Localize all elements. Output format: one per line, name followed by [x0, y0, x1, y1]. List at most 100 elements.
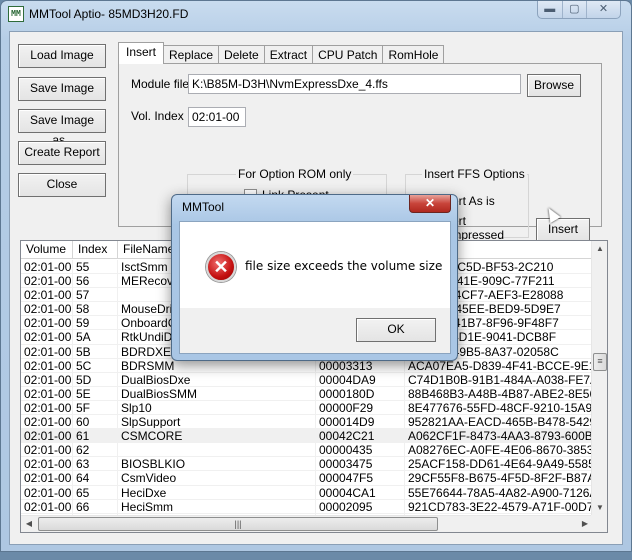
cell-index: 56	[73, 274, 118, 288]
cell-guid: C74D1B0B-91B1-484A-A038-FE7A0	[408, 372, 593, 386]
cell-volume: 02:01-00	[21, 499, 73, 513]
cell-guid: 25ACF158-DD61-4E64-9A49-55851E	[408, 457, 593, 471]
vol-index-label: Vol. Index	[131, 109, 184, 123]
close-button[interactable]: Close	[18, 173, 106, 197]
column-header-index[interactable]: Index	[73, 241, 118, 259]
dialog-title: MMTool	[182, 200, 225, 214]
tab-delete[interactable]: Delete	[218, 45, 265, 64]
mm-app-icon: MM	[8, 6, 24, 22]
cell-index: 64	[73, 471, 118, 485]
cell-filename: BIOSBLKIO	[118, 457, 316, 471]
table-row[interactable]: 02:01-00 62 00000435 A08276EC-A0FE-4E06-867…	[21, 443, 593, 458]
cell-size: 00000F29	[316, 400, 405, 415]
horizontal-scroll-thumb[interactable]: |||	[38, 517, 438, 531]
cell-size: 00042C21	[316, 429, 405, 443]
cell-index: 5A	[73, 330, 118, 344]
table-row[interactable]: 02:01-00 5E DualBiosSMM 0000180D 88B468B3-A4…	[21, 386, 593, 401]
insert-button[interactable]: Insert	[536, 218, 590, 241]
cell-volume: 02:01-00	[21, 485, 73, 499]
error-dialog: MMTool ✕ ✕ file size exceeds the volume …	[171, 194, 458, 361]
table-row[interactable]: 02:01-00 64 CsmVideo 000047F5 29CF55F8-B675-…	[21, 471, 593, 486]
cell-volume: 02:01-00	[21, 260, 73, 274]
cell-guid: A08276EC-A0FE-4E06-8670-385336	[408, 443, 593, 457]
close-icon[interactable]: ✕	[587, 1, 620, 18]
dialog-footer: OK	[180, 308, 450, 353]
tab-romhole[interactable]: RomHole	[382, 45, 445, 64]
scroll-left-icon[interactable]: ◀	[21, 516, 37, 532]
cell-guid: A062CF1F-8473-4AA3-8793-600BC4	[408, 429, 593, 443]
cell-filename: DualBiosDxe	[118, 372, 316, 386]
table-row[interactable]: 02:01-00 63 BIOSBLKIO 00003475 25ACF158-DD61…	[21, 457, 593, 472]
vertical-scroll-thumb[interactable]: ≡	[593, 353, 607, 371]
cell-guid: 921CD783-3E22-4579-A71F-00D741	[408, 499, 593, 513]
cell-volume: 02:01-00	[21, 330, 73, 344]
module-file-input[interactable]: K:\B85M-D3H\NvmExpressDxe_4.ffs	[188, 74, 521, 94]
cell-guid: 8E477676-55FD-48CF-9210-15A99B	[408, 400, 593, 415]
tab-extract[interactable]: Extract	[263, 45, 314, 64]
load-image-button[interactable]: Load Image	[18, 44, 106, 68]
cell-index: 61	[73, 429, 118, 443]
cell-volume: 02:01-00	[21, 372, 73, 386]
table-row[interactable]: 02:01-00 5F Slp10 00000F29 8E477676-55FD-48C…	[21, 400, 593, 416]
cell-guid: 29CF55F8-B675-4F5D-8F2F-B87A3E	[408, 471, 593, 485]
minimize-icon[interactable]: ▬	[538, 1, 563, 18]
cell-index: 5B	[73, 344, 118, 358]
cell-volume: 02:01-00	[21, 443, 73, 457]
cell-index: 65	[73, 485, 118, 499]
ok-button[interactable]: OK	[356, 318, 436, 342]
table-row[interactable]: 02:01-00 65 HeciDxe 00004CA1 55E76644-78A5-4…	[21, 485, 593, 500]
vol-index-input[interactable]: 02:01-00	[188, 107, 246, 127]
tab-cpu-patch[interactable]: CPU Patch	[312, 45, 384, 64]
title-bar[interactable]: MM MMTool Aptio- 85MD3H20.FD ▬ ▢ ✕	[1, 1, 631, 29]
cell-guid: 88B468B3-A48B-4B87-ABE2-8E56D	[408, 386, 593, 400]
dialog-body: ✕ file size exceeds the volume size OK	[179, 221, 451, 354]
caption-buttons: ▬ ▢ ✕	[537, 1, 621, 19]
table-row[interactable]: 02:01-00 5D DualBiosDxe 00004DA9 C74D1B0B-91…	[21, 372, 593, 387]
table-row[interactable]: 02:01-00 66 HeciSmm 00002095 921CD783-3E22-4…	[21, 499, 593, 514]
tab-strip: Insert Replace Delete Extract CPU Patch …	[118, 42, 445, 64]
cell-index: 5F	[73, 400, 118, 415]
cell-volume: 02:01-00	[21, 400, 73, 415]
browse-button[interactable]: Browse	[527, 74, 581, 97]
dialog-close-icon[interactable]: ✕	[409, 195, 451, 213]
table-row[interactable]: 02:01-00 61 CSMCORE 00042C21 A062CF1F-8473-4…	[21, 429, 593, 444]
cell-filename: HeciSmm	[118, 499, 316, 513]
column-header-volume[interactable]: Volume	[21, 241, 73, 259]
cell-index: 5C	[73, 358, 118, 372]
cell-index: 63	[73, 457, 118, 471]
table-row[interactable]: 02:01-00 60 SlpSupport 000014D9 952821AA-EAC…	[21, 415, 593, 430]
save-image-as-button[interactable]: Save Image as..	[18, 109, 106, 147]
cell-size: 00000435	[316, 443, 405, 457]
cell-index: 62	[73, 443, 118, 457]
cell-index: 55	[73, 260, 118, 274]
cell-index: 60	[73, 415, 118, 429]
cell-guid: 952821AA-EACD-465B-B478-5429D	[408, 415, 593, 429]
horizontal-scrollbar[interactable]: ◀ ||| ▶	[21, 515, 593, 532]
dialog-message: file size exceeds the volume size	[245, 259, 443, 273]
cell-size: 0000180D	[316, 386, 405, 400]
cell-volume: 02:01-00	[21, 415, 73, 429]
cell-index: 57	[73, 288, 118, 302]
cell-volume: 02:01-00	[21, 288, 73, 302]
vertical-scrollbar[interactable]: ▲ ≡ ▼	[591, 241, 607, 516]
cell-volume: 02:01-00	[21, 386, 73, 400]
cell-filename: CSMCORE	[118, 429, 316, 443]
cell-size: 00004CA1	[316, 485, 405, 499]
cell-index: 66	[73, 499, 118, 513]
tab-replace[interactable]: Replace	[163, 45, 220, 64]
scroll-down-icon[interactable]: ▼	[592, 500, 607, 516]
cell-filename: DualBiosSMM	[118, 386, 316, 400]
cell-size: 000014D9	[316, 415, 405, 429]
option-rom-group-title: For Option ROM only	[236, 167, 354, 181]
cell-size: 00003475	[316, 457, 405, 471]
ffs-options-group-title: Insert FFS Options	[422, 167, 527, 181]
cell-volume: 02:01-00	[21, 316, 73, 330]
cell-volume: 02:01-00	[21, 358, 73, 372]
create-report-button[interactable]: Create Report	[18, 141, 106, 165]
scroll-up-icon[interactable]: ▲	[592, 241, 607, 257]
tab-insert[interactable]: Insert	[118, 42, 165, 64]
maximize-icon[interactable]: ▢	[563, 1, 588, 18]
cell-filename: HeciDxe	[118, 485, 316, 499]
save-image-button[interactable]: Save Image	[18, 77, 106, 101]
cell-filename: CsmVideo	[118, 471, 316, 485]
